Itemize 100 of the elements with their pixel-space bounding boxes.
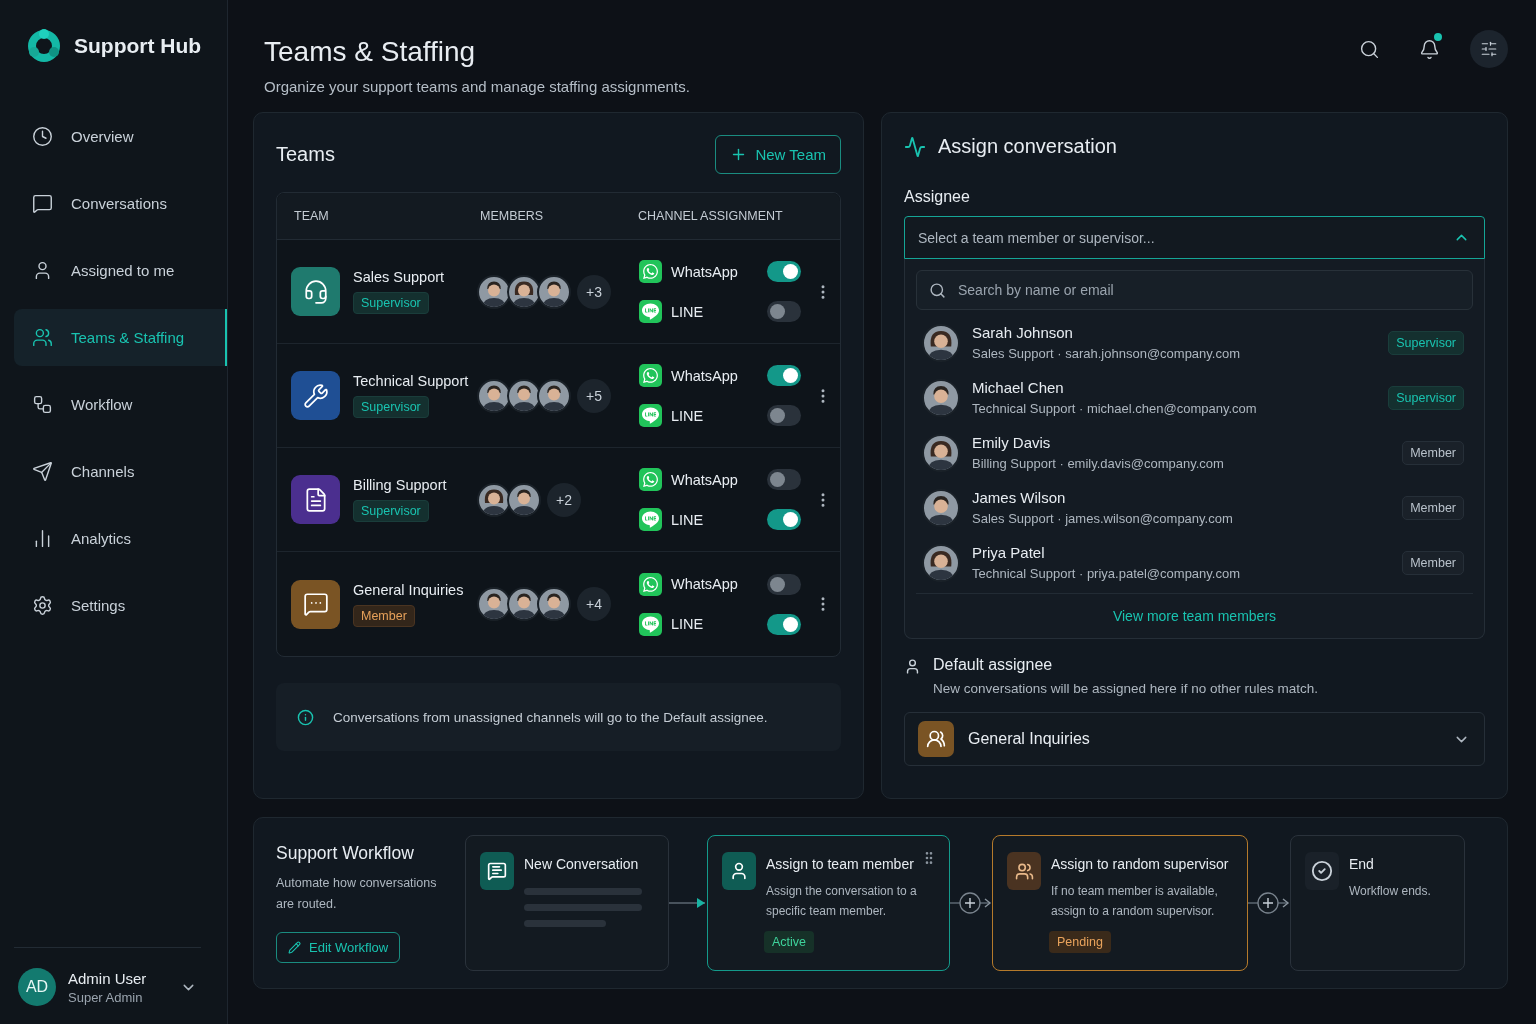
- member-detail: Technical Support · michael.chen@company.com: [972, 401, 1257, 416]
- member-detail: Technical Support · priya.patel@company.com: [972, 566, 1241, 581]
- user-icon: [722, 852, 756, 890]
- search-input[interactable]: Search by name or email: [956, 281, 1472, 299]
- role-tag: Member: [1402, 440, 1464, 465]
- member-detail: Sales Support · james.wilson@company.com: [972, 511, 1233, 526]
- step-title: End: [1349, 856, 1375, 872]
- channel-toggle[interactable]: [767, 469, 801, 490]
- role-tag: Supervisor: [1388, 330, 1464, 355]
- channel-name: LINE: [671, 303, 705, 320]
- channel-toggle[interactable]: [767, 613, 801, 635]
- assignee-select[interactable]: Select a team member or supervisor...: [904, 216, 1485, 259]
- chat-bubble-icon: [639, 612, 662, 636]
- phone-chat-icon: [639, 572, 662, 596]
- workflow-step-card[interactable]: New Conversation: [465, 835, 669, 971]
- member-count: +3: [577, 274, 611, 309]
- avatar: [922, 378, 960, 417]
- channel-name: WhatsApp: [671, 367, 739, 384]
- member-option[interactable]: Sarah Johnson Sales Support · sarah.johnson@company.com Supervisor: [916, 315, 1473, 370]
- member-option[interactable]: James Wilson Sales Support · james.wilson@company.com Member: [916, 480, 1473, 535]
- search-icon[interactable]: [1358, 38, 1380, 60]
- workflow-step-card[interactable]: Assign to random supervisor If no team member is available, assign to a random supervisor. Pending: [992, 835, 1248, 971]
- view-more-link[interactable]: View more team members: [1112, 608, 1277, 624]
- channel-toggle[interactable]: [767, 509, 801, 530]
- users-icon: [32, 327, 53, 348]
- nav-item[interactable]: Channels: [14, 443, 227, 500]
- nav-item[interactable]: Overview: [14, 108, 227, 165]
- team-name: Billing Support: [353, 477, 447, 493]
- panel-title: Teams: [276, 143, 335, 166]
- default-assignee-select[interactable]: General Inquiries: [904, 712, 1485, 766]
- avatar: [477, 378, 511, 413]
- workflow-step-card[interactable]: Assign to team member Assign the conversation to a specific team member. Active: [707, 835, 950, 971]
- user-name: Admin User: [68, 969, 148, 987]
- channel-toggle[interactable]: [767, 573, 801, 595]
- nav-item[interactable]: Conversations: [14, 175, 227, 232]
- avatar: [507, 482, 541, 517]
- member-option[interactable]: Michael Chen Technical Support · michael.chen@company.com Supervisor: [916, 370, 1473, 425]
- nav-item[interactable]: Teams & Staffing: [14, 309, 227, 366]
- edit-workflow-button[interactable]: Edit Workflow: [276, 932, 401, 964]
- column-header: CHANNEL ASSIGNMENT: [638, 209, 784, 223]
- avatar: [922, 488, 960, 527]
- nav-item[interactable]: Assigned to me: [14, 242, 227, 299]
- channel-name: LINE: [671, 616, 705, 632]
- step-title: Assign to team member: [766, 856, 915, 872]
- member-count: +4: [577, 587, 611, 621]
- logo-icon: [26, 28, 62, 64]
- workflow-step-card[interactable]: End Workflow ends.: [1290, 835, 1465, 971]
- settings-icon: [32, 595, 53, 616]
- search-icon: [929, 281, 946, 299]
- chat-icon: [32, 193, 53, 214]
- step-title: Assign to random supervisor: [1051, 856, 1230, 872]
- avatar: [507, 587, 541, 621]
- add-step-connector[interactable]: [950, 891, 992, 915]
- role-tag: Member: [1402, 495, 1464, 520]
- avatar: [507, 378, 541, 413]
- member-name: Priya Patel: [972, 544, 1046, 561]
- add-step-connector[interactable]: [1248, 891, 1290, 915]
- chat-bubble-icon: [639, 508, 662, 531]
- avatar: [537, 274, 571, 309]
- sliders-button[interactable]: [1470, 30, 1508, 68]
- pencil-icon: [288, 941, 301, 955]
- nav-item[interactable]: Workflow: [14, 376, 227, 433]
- new-team-button[interactable]: New Team: [715, 135, 841, 174]
- channel-toggle[interactable]: [767, 301, 801, 322]
- role-tag: Member: [1402, 550, 1464, 575]
- avatar: [537, 378, 571, 413]
- role-tag: Supervisor: [353, 292, 429, 314]
- nav-item[interactable]: Settings: [14, 577, 227, 634]
- status-tag: Pending: [1049, 930, 1111, 953]
- section-title: Default assignee: [933, 656, 1054, 674]
- bell-icon[interactable]: [1418, 38, 1440, 60]
- step-description: Workflow ends.: [1349, 883, 1431, 900]
- avatar: [477, 274, 511, 309]
- member-name: James Wilson: [972, 489, 1067, 506]
- channel-toggle[interactable]: [767, 365, 801, 386]
- role-tag: Supervisor: [1388, 385, 1464, 410]
- member-count: +2: [547, 482, 581, 517]
- pulse-icon: [904, 135, 926, 158]
- member-name: Michael Chen: [972, 379, 1065, 396]
- status-tag: Active: [764, 930, 815, 953]
- channel-name: LINE: [671, 407, 705, 424]
- member-option[interactable]: Priya Patel Technical Support · priya.patel@company.com Member: [916, 535, 1473, 590]
- chat-bubble-icon: [302, 591, 329, 617]
- users-icon: [1007, 852, 1041, 890]
- wrench-icon: [302, 382, 329, 409]
- member-option[interactable]: Emily Davis Billing Support · emily.davis@company.com Member: [916, 425, 1473, 480]
- step-title: New Conversation: [524, 856, 639, 872]
- channel-toggle[interactable]: [767, 261, 801, 282]
- chat-bubble-icon: [639, 404, 662, 427]
- nav-item[interactable]: Analytics: [14, 510, 227, 567]
- team-name: General Inquiries: [353, 581, 464, 598]
- user-avatar: AD: [18, 968, 56, 1006]
- send-icon: [32, 461, 53, 482]
- member-name: Emily Davis: [972, 434, 1052, 451]
- member-count: +5: [577, 378, 611, 413]
- channel-toggle[interactable]: [767, 405, 801, 426]
- search-field[interactable]: Search by name or email: [916, 270, 1473, 310]
- headset-icon: [302, 278, 329, 305]
- users-icon: [926, 729, 946, 749]
- channel-name: WhatsApp: [671, 263, 739, 280]
